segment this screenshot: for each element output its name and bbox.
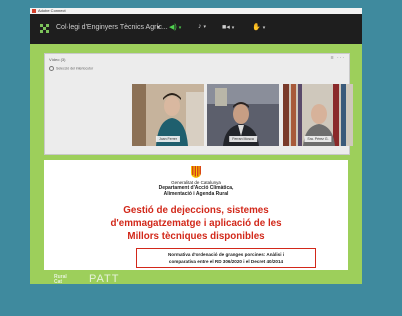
slide-title-line: Millors tècniques disponibles [127,231,265,242]
video-feed[interactable]: Joan Ferrer [132,84,204,146]
camera-icon: ■◂ [222,24,230,31]
video-feed[interactable]: Ferran Mosca [207,84,279,146]
video-pod-title: Vídeo (3) [49,57,66,62]
speaker-control[interactable]: ♪ ▾ [198,23,206,33]
speaker-selection-label: Selecció del interlocutor [56,66,94,71]
patt-logo: PATT [89,273,120,285]
participant-name: Joan Ferrer [155,136,181,142]
participant-name: Ferran Mosca [229,136,257,142]
microphone-icon: ◀) [169,24,177,31]
radio-icon [49,66,54,71]
meeting-toolbar: Col·legi d'Enginyers Tècnics Agríc... ▾ … [30,14,362,44]
meeting-name[interactable]: Col·legi d'Enginyers Tècnics Agríc... [56,24,168,31]
slide-title: Gestió de dejeccions, sistemes d'emmagat… [44,204,348,243]
chevron-down-icon: ▾ [262,25,266,31]
raise-hand-control[interactable]: ✋ ▾ [252,23,265,33]
chevron-down-icon: ▾ [231,25,235,31]
video-pod: Vídeo (3) ≡ ··· Selecció del interlocuto… [44,53,353,155]
subtitle-line: comparativa entre el RD 306/2020 i el De… [168,258,284,264]
department-name-line2: Alimentació i Agenda Rural [163,190,229,197]
meeting-menu-icon[interactable] [40,24,49,33]
presentation-slide: Generalitat de Catalunya Departament d'A… [44,160,348,270]
pod-options-menu[interactable]: ≡ ··· [331,55,345,61]
ruralcat-logo: Rural Cat [54,275,67,285]
raise-hand-icon: ✋ [252,24,261,31]
generalitat-seal-icon [191,166,201,178]
speaker-icon: ♪ [198,23,202,30]
adobe-connect-window: Adobe Connect Col·legi d'Enginyers Tècni… [30,8,362,285]
microphone-control[interactable]: ◀) ▾ [169,23,181,33]
slide-subtitle-box: Normativa d'ordenació de granges porcine… [136,248,316,268]
app-logo-icon [32,9,36,13]
speaker-selection[interactable]: Selecció del interlocutor [49,66,93,71]
slide-title-line: d'emmagatzematge i aplicació de les [110,218,282,229]
logo-line: Cat [54,279,63,285]
chevron-down-icon: ▾ [178,25,182,31]
chevron-down-icon: ▾ [203,24,207,30]
chevron-down-icon[interactable]: ▾ [157,24,160,31]
camera-control[interactable]: ■◂ ▾ [222,23,234,33]
participant-name: Sra. Pérez G. [304,136,332,142]
slide-title-line: Gestió de dejeccions, sistemes [123,205,269,216]
video-feed[interactable]: Sra. Pérez G. [283,84,353,146]
